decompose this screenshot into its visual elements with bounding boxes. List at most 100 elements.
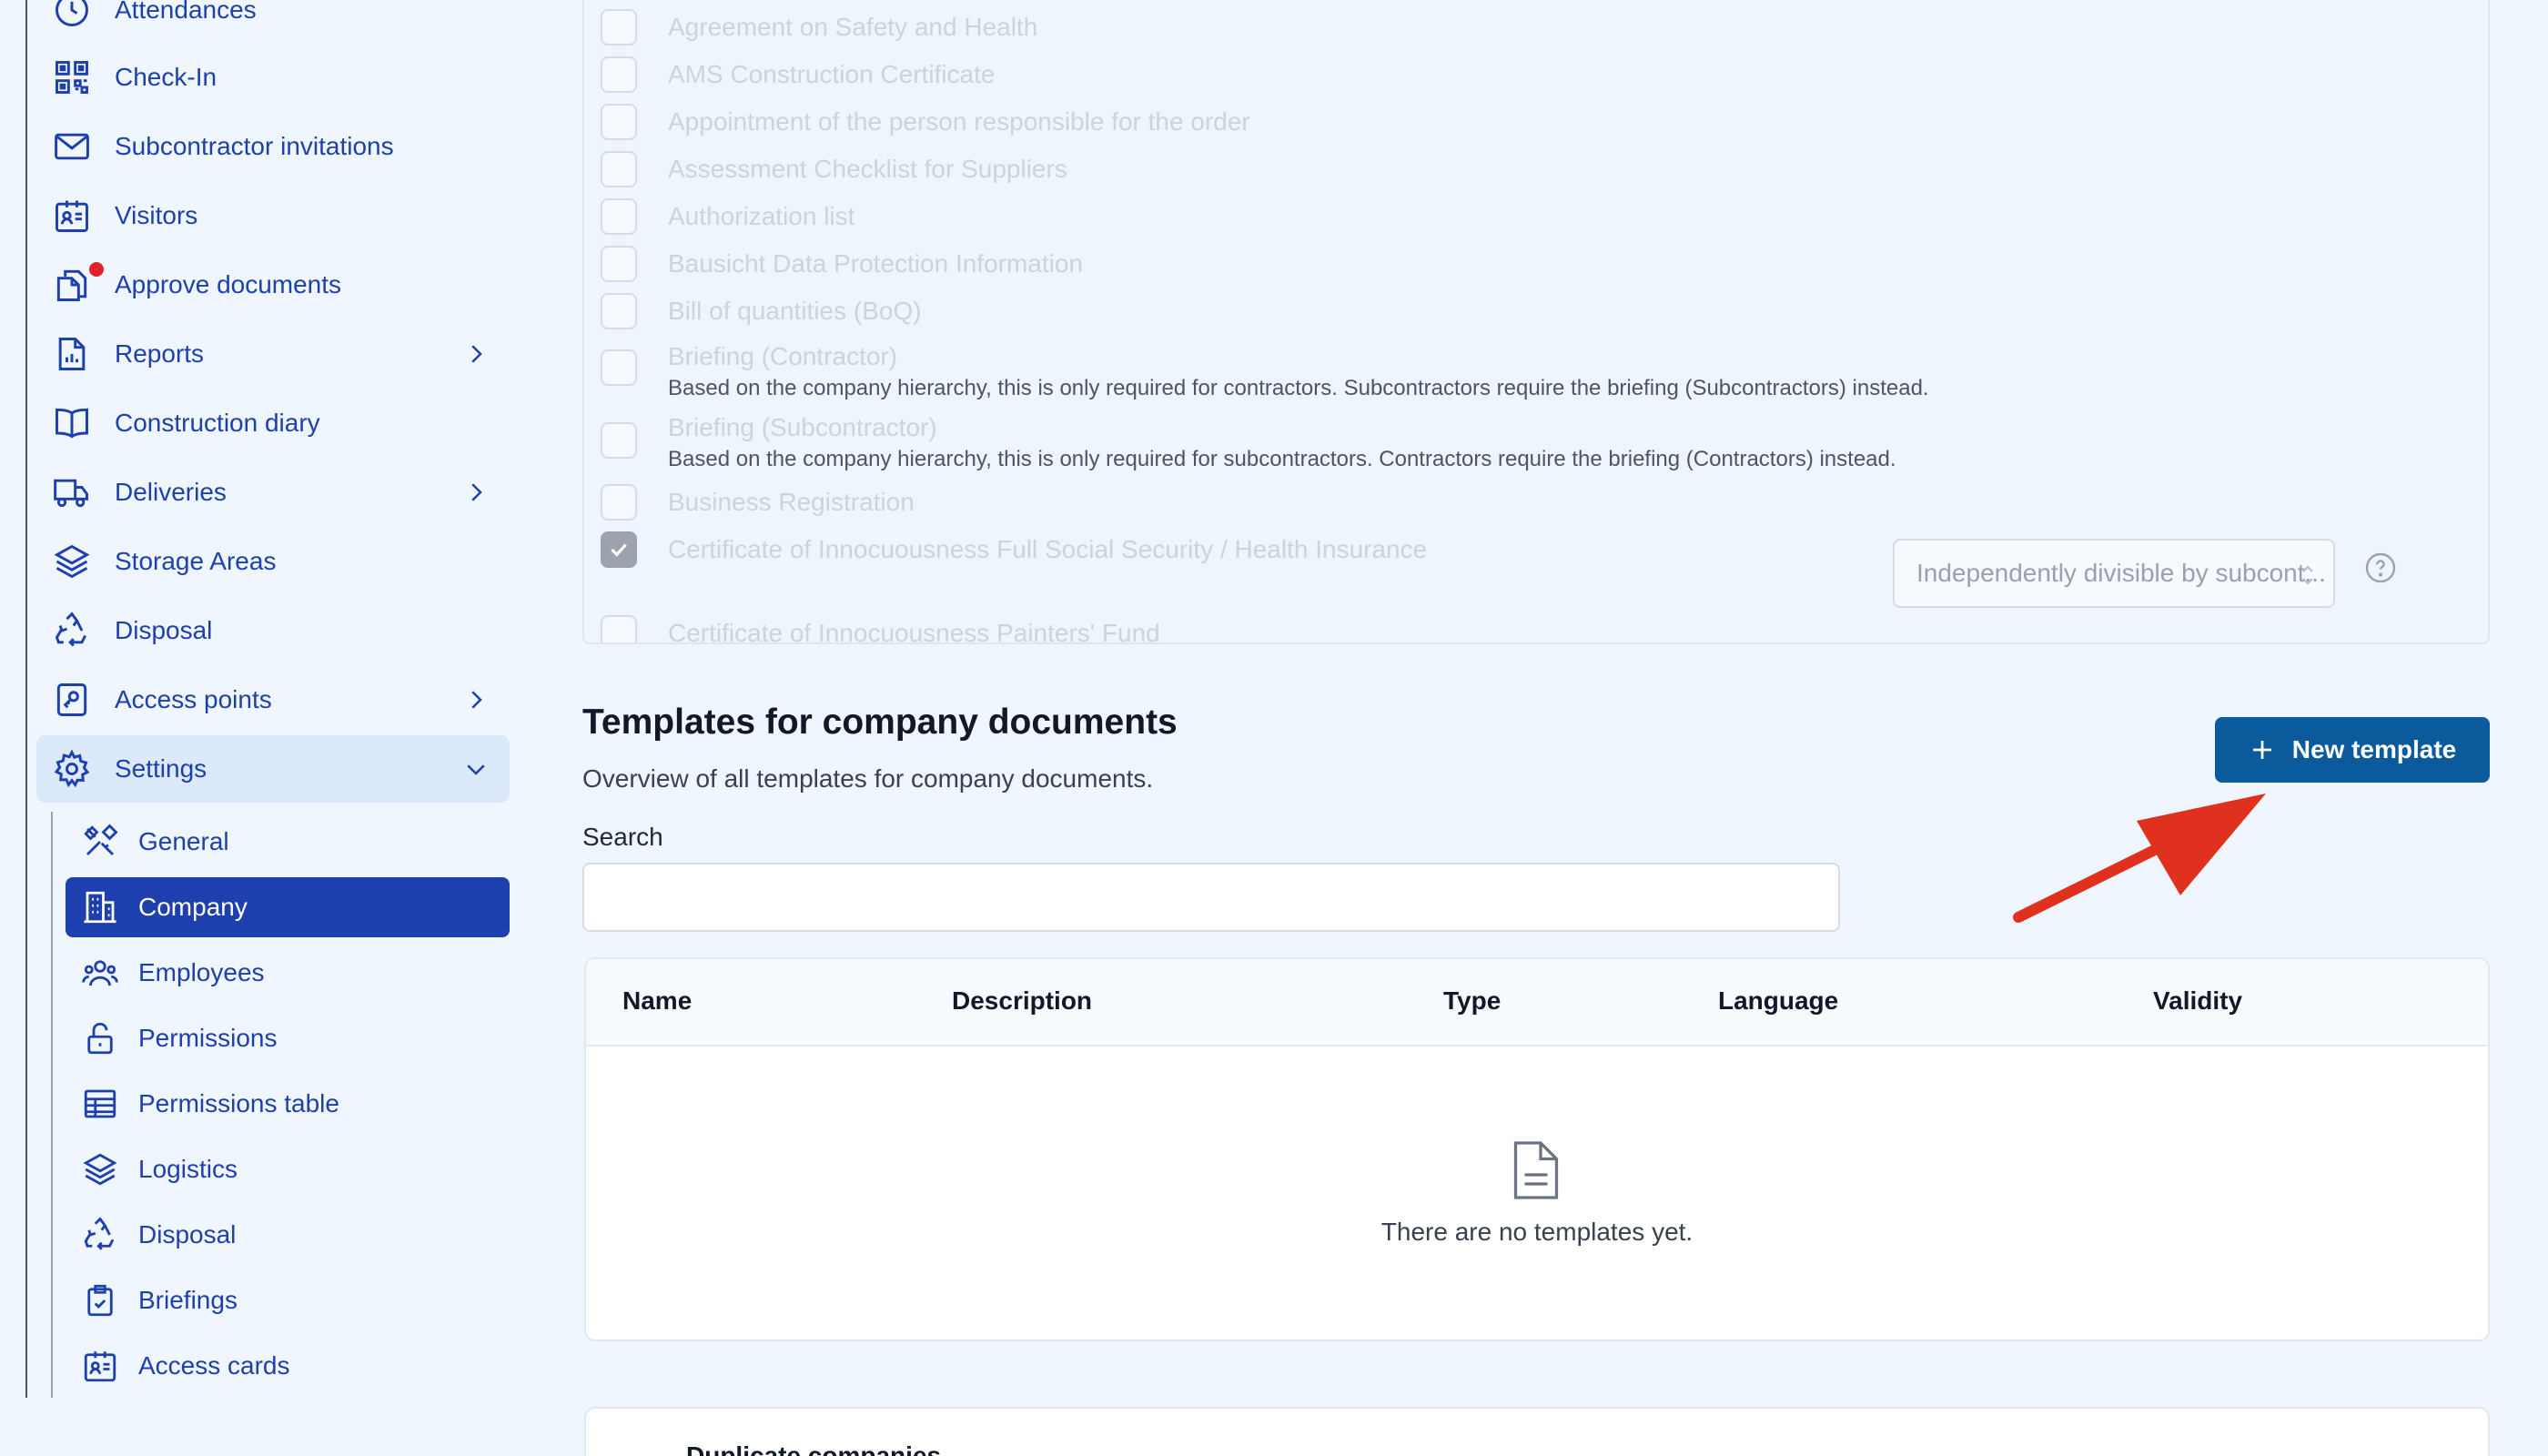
sidebar-divider [25,0,27,1398]
sidebar-item-label: Deliveries [115,478,227,506]
sidebar-item-label: Check-In [115,63,217,91]
sidebar-subitem-general[interactable]: General [66,812,510,872]
sidebar-item-reports[interactable]: Reports [36,320,510,388]
document-row[interactable]: Appointment of the person responsible fo… [601,104,1250,140]
plus-icon [2252,741,2271,759]
chevron-up-down-icon [2302,565,2313,585]
sidebar-subitem-label: Disposal [138,1220,237,1249]
document-checkbox-checked[interactable] [601,531,637,568]
gear-icon [36,735,106,803]
search-input[interactable] [582,863,1840,932]
help-icon[interactable] [2364,551,2397,584]
sidebar-item-storage-areas[interactable]: Storage Areas [36,528,510,595]
sidebar-item-deliveries[interactable]: Deliveries [36,459,510,526]
document-row[interactable]: AMS Construction Certificate [601,56,995,93]
column-header-description[interactable]: Description [952,986,1092,1016]
sidebar-item-disposal[interactable]: Disposal [36,597,510,664]
document-checkbox[interactable] [601,484,637,521]
table-header: Name Description Type Language Validity [586,959,2488,1046]
sidebar-item-approve-documents[interactable]: Approve documents [36,251,510,318]
sidebar-subitem-disposal[interactable]: Disposal [66,1205,510,1265]
new-template-button[interactable]: New template [2215,717,2490,783]
sidebar-item-access-points[interactable]: Access points [36,666,510,733]
required-documents-list: Agreement on Safety and Health AMS Const… [582,0,2490,644]
document-hint: Based on the company hierarchy, this is … [668,447,1896,471]
document-checkbox[interactable] [601,422,637,459]
document-row[interactable]: Certificate of Innocuousness Painters' F… [601,615,1160,642]
sidebar-item-label: Attendances [115,0,257,24]
chevron-right-icon [471,483,482,501]
users-icon [66,943,135,1003]
document-checkbox[interactable] [601,615,637,642]
sidebar-subitem-label: General [138,827,229,855]
sidebar-subitem-label: Briefings [138,1286,238,1314]
sidebar-item-construction-diary[interactable]: Construction diary [36,389,510,457]
document-title: AMS Construction Certificate [668,60,996,88]
document-row[interactable]: Briefing (Subcontractor) Based on the co… [601,410,1896,473]
document-checkbox[interactable] [601,349,637,386]
sidebar-subitem-label: Permissions table [138,1089,339,1117]
layers-icon [36,528,106,595]
document-checkbox[interactable] [601,9,637,46]
document-checkbox[interactable] [601,56,637,93]
annotation-arrow [2013,794,2266,923]
truck-icon [36,459,106,526]
document-hint: Based on the company hierarchy, this is … [668,376,1929,400]
document-title: Appointment of the person responsible fo… [668,107,1250,136]
document-row[interactable]: Bill of quantities (BoQ) [601,293,922,329]
sidebar-item-label: Settings [115,754,207,783]
column-header-name[interactable]: Name [622,986,692,1016]
document-row[interactable]: Authorization list [601,198,854,235]
notification-badge [89,262,104,277]
sidebar-item-attendances[interactable]: Attendances [36,0,510,44]
document-row[interactable]: Certificate of Innocuousness Full Social… [601,531,1427,568]
recycle-icon [66,1205,135,1265]
chevron-right-icon [471,691,482,709]
document-checkbox[interactable] [601,246,637,282]
sidebar-item-check-in[interactable]: Check-In [36,44,510,111]
sidebar-subitem-permissions-table[interactable]: Permissions table [66,1074,510,1134]
sidebar-item-label: Construction diary [115,409,320,437]
document-title: Assessment Checklist for Suppliers [668,155,1067,183]
sidebar-subitem-label: Employees [138,958,265,986]
document-row[interactable]: Assessment Checklist for Suppliers [601,151,1067,187]
envelope-icon [36,113,106,180]
clipboard-check-icon [66,1270,135,1330]
document-checkbox[interactable] [601,104,637,140]
sidebar-item-subcontractor-invitations[interactable]: Subcontractor invitations [36,113,510,180]
document-checkbox[interactable] [601,198,637,235]
duplicate-companies-card: Duplicate companies [584,1407,2490,1456]
sidebar-item-settings[interactable]: Settings [36,735,510,803]
document-checkbox[interactable] [601,151,637,187]
sidebar-subitem-logistics[interactable]: Logistics [66,1139,510,1199]
sidebar-subitem-briefings[interactable]: Briefings [66,1270,510,1330]
templates-table: Name Description Type Language Validity … [584,957,2490,1341]
new-template-label: New template [2291,735,2457,763]
divisibility-select[interactable]: Independently divisible by subcont... [1893,539,2335,608]
document-checkbox[interactable] [601,293,637,329]
clock-icon [36,0,106,44]
sidebar-subitem-employees[interactable]: Employees [66,943,510,1003]
sidebar-item-visitors[interactable]: Visitors [36,182,510,249]
document-row[interactable]: Briefing (Contractor) Based on the compa… [601,339,1929,402]
document-row[interactable]: Business Registration [601,484,915,521]
lock-open-icon [66,1008,135,1068]
layers-icon [66,1139,135,1199]
document-title: Bill of quantities (BoQ) [668,297,922,325]
select-value: Independently divisible by subcont... [1916,559,2326,587]
document-title: Agreement on Safety and Health [668,13,1038,41]
document-title: Briefing (Subcontractor) [668,413,937,441]
document-title: Business Registration [668,488,915,516]
qr-code-icon [36,44,106,111]
document-row[interactable]: Agreement on Safety and Health [601,9,1037,46]
column-header-validity[interactable]: Validity [2153,986,2242,1016]
document-title: Briefing (Contractor) [668,342,898,370]
sidebar-subitem-access-cards[interactable]: Access cards [66,1336,510,1396]
sidebar-subitem-permissions[interactable]: Permissions [66,1008,510,1068]
column-header-language[interactable]: Language [1718,986,1838,1016]
report-icon [36,320,106,388]
document-row[interactable]: Bausicht Data Protection Information [601,246,1083,282]
sidebar-subitem-company[interactable]: Company [66,877,510,937]
sidebar-subitem-label: Access cards [138,1351,290,1380]
column-header-type[interactable]: Type [1443,986,1501,1016]
